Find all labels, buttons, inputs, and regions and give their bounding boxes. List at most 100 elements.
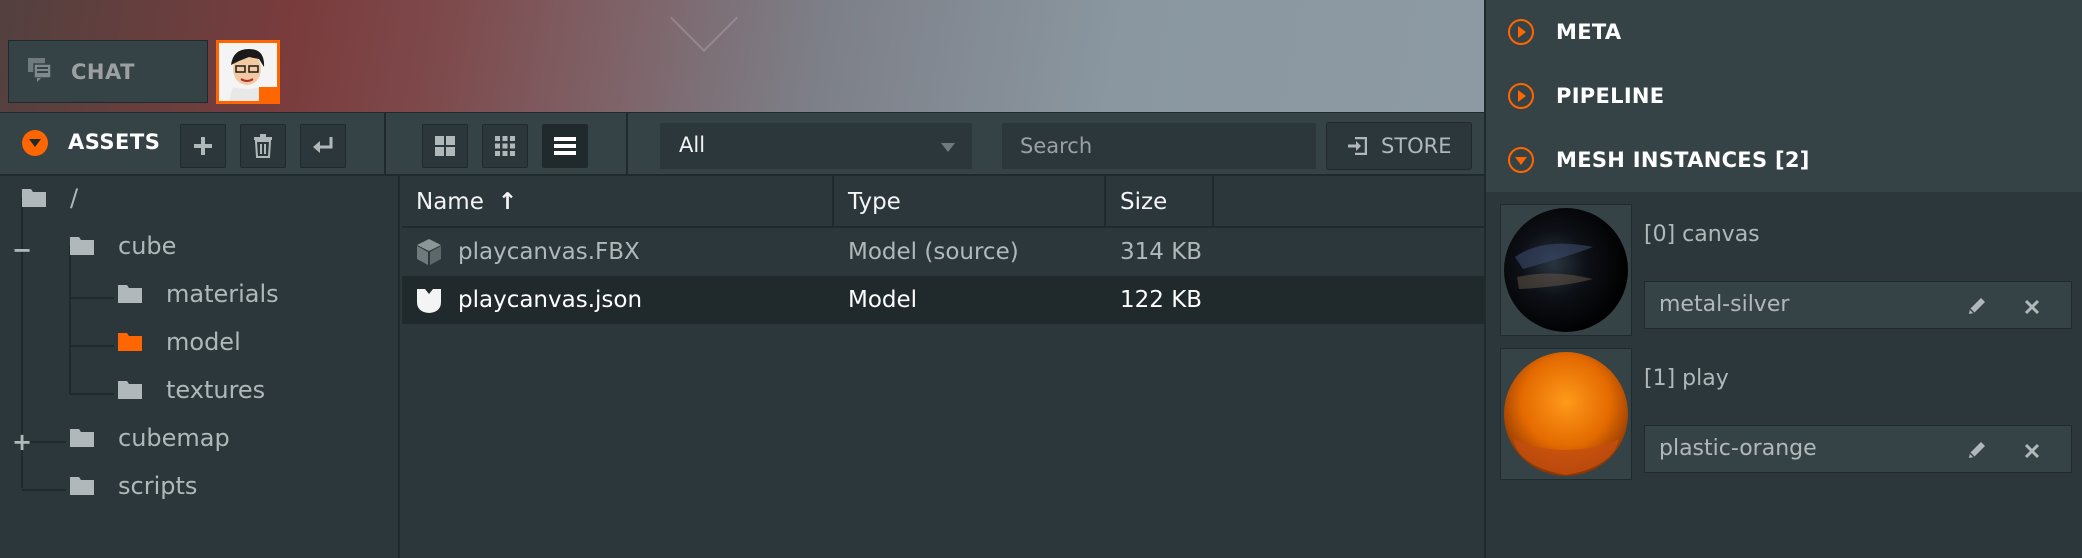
tree-connector — [70, 297, 114, 299]
filter-value: All — [679, 133, 706, 157]
asset-name: playcanvas.FBX — [458, 239, 640, 265]
mesh-instance-label: [0] canvas — [1644, 222, 1760, 247]
folder-tree: − + / cube materials model textures cube… — [0, 176, 400, 558]
tree-connector — [69, 246, 71, 394]
assets-toolbar: ASSETS All Search STORE — [0, 112, 1484, 177]
folder-icon — [70, 429, 94, 447]
material-field[interactable]: plastic-orange — [1644, 425, 2072, 473]
grid-large-icon — [435, 136, 455, 156]
collapse-panel-icon — [1508, 147, 1534, 173]
tree-item-model[interactable]: model — [118, 320, 241, 364]
folder-icon — [70, 237, 94, 255]
view-grid-small-button[interactable] — [482, 124, 528, 168]
back-arrow-icon — [313, 137, 333, 153]
material-name: metal-silver — [1659, 292, 1790, 317]
add-asset-button[interactable] — [180, 124, 226, 168]
tree-connector — [22, 489, 66, 491]
asset-table: Name ↑ Type Size playcanvas.FBX Model (s… — [402, 176, 1484, 558]
folder-icon — [118, 381, 142, 399]
asset-type: Model — [848, 287, 918, 313]
toolbar-divider — [384, 113, 386, 177]
tree-item-label: model — [166, 328, 241, 356]
cube-icon — [416, 228, 442, 276]
delete-asset-button[interactable] — [240, 124, 286, 168]
pencil-icon[interactable] — [1967, 440, 1987, 464]
panel-mesh-instances[interactable]: MESH INSTANCES [2] — [1486, 128, 2082, 192]
material-thumbnail — [1500, 204, 1632, 336]
chat-label: CHAT — [71, 59, 135, 84]
asset-size: 122 KB — [1120, 287, 1203, 313]
viewport-mesh-edge — [670, 0, 738, 52]
reimport-button[interactable] — [300, 124, 346, 168]
store-icon — [1348, 137, 1367, 155]
chevron-down-icon — [941, 143, 955, 152]
table-header: Name ↑ Type Size — [402, 176, 1484, 228]
asset-type-filter[interactable]: All — [660, 123, 972, 169]
view-grid-large-button[interactable] — [422, 124, 468, 168]
mesh-instance-1: [1] play plastic-orange — [1500, 348, 2072, 480]
collapse-toggle[interactable]: − — [12, 238, 32, 262]
toolbar-divider — [626, 113, 628, 177]
tree-connector — [70, 393, 114, 395]
tree-item-scripts[interactable]: scripts — [70, 464, 197, 508]
tree-item-label: materials — [166, 280, 279, 308]
close-icon[interactable] — [2023, 290, 2041, 323]
list-icon — [554, 137, 576, 155]
mesh-instance-0: [0] canvas metal-silver — [1500, 204, 2072, 336]
column-header-name[interactable]: Name ↑ — [402, 176, 834, 228]
tree-item-label: scripts — [118, 472, 198, 500]
folder-open-icon — [118, 333, 142, 351]
expand-panel-icon — [1508, 83, 1534, 109]
tree-item-label: textures — [166, 376, 266, 404]
asset-size: 314 KB — [1120, 239, 1203, 265]
scene-viewport[interactable]: CHAT — [0, 0, 1484, 112]
grid-small-icon — [495, 136, 515, 156]
assets-title: ASSETS — [68, 130, 161, 154]
tree-item-cubemap[interactable]: cubemap — [70, 416, 230, 460]
column-label: Name — [416, 189, 484, 215]
tree-item-cube[interactable]: cube — [70, 224, 176, 268]
column-label: Type — [848, 189, 901, 215]
expand-panel-icon — [1508, 19, 1534, 45]
material-field[interactable]: metal-silver — [1644, 281, 2072, 329]
pencil-icon[interactable] — [1967, 296, 1987, 320]
assets-collapse-icon[interactable] — [22, 130, 48, 156]
panel-title: MESH INSTANCES [2] — [1556, 148, 1810, 172]
table-row[interactable]: playcanvas.FBX Model (source) 314 KB — [402, 228, 1484, 276]
material-thumbnail — [1500, 348, 1632, 480]
view-list-button[interactable] — [542, 124, 588, 168]
panel-pipeline[interactable]: PIPELINE — [1486, 64, 2082, 128]
store-button[interactable]: STORE — [1326, 122, 1472, 170]
store-label: STORE — [1381, 134, 1452, 158]
column-header-size[interactable]: Size — [1106, 176, 1214, 228]
model-icon — [416, 276, 442, 324]
trash-icon — [254, 134, 272, 158]
asset-name: playcanvas.json — [458, 287, 643, 313]
close-icon[interactable] — [2023, 434, 2041, 467]
tree-item-label: cube — [118, 232, 177, 260]
expand-toggle[interactable]: + — [12, 430, 32, 454]
folder-icon — [70, 477, 94, 495]
plus-icon — [194, 137, 212, 155]
tree-item-textures[interactable]: textures — [118, 368, 265, 412]
search-input[interactable] — [1002, 123, 1316, 169]
tree-item-root[interactable]: / — [22, 176, 78, 220]
chat-icon — [27, 57, 53, 87]
sort-ascending-icon: ↑ — [497, 189, 518, 215]
mesh-instance-label: [1] play — [1644, 366, 1729, 391]
panel-title: PIPELINE — [1556, 84, 1665, 108]
table-row[interactable]: playcanvas.json Model 122 KB — [402, 276, 1484, 324]
panel-meta[interactable]: META — [1486, 0, 2082, 64]
folder-icon — [118, 285, 142, 303]
column-label: Size — [1120, 189, 1168, 215]
chat-widget[interactable]: CHAT — [8, 40, 208, 103]
inspector-panel: META PIPELINE MESH INSTANCES [2] [0] can… — [1484, 0, 2082, 558]
tree-item-label: cubemap — [118, 424, 230, 452]
column-header-type[interactable]: Type — [834, 176, 1106, 228]
panel-title: META — [1556, 20, 1622, 44]
tree-connector — [70, 345, 114, 347]
tree-item-materials[interactable]: materials — [118, 272, 279, 316]
tree-item-label: / — [70, 184, 79, 212]
user-avatar[interactable] — [216, 40, 280, 104]
folder-icon — [22, 189, 46, 207]
